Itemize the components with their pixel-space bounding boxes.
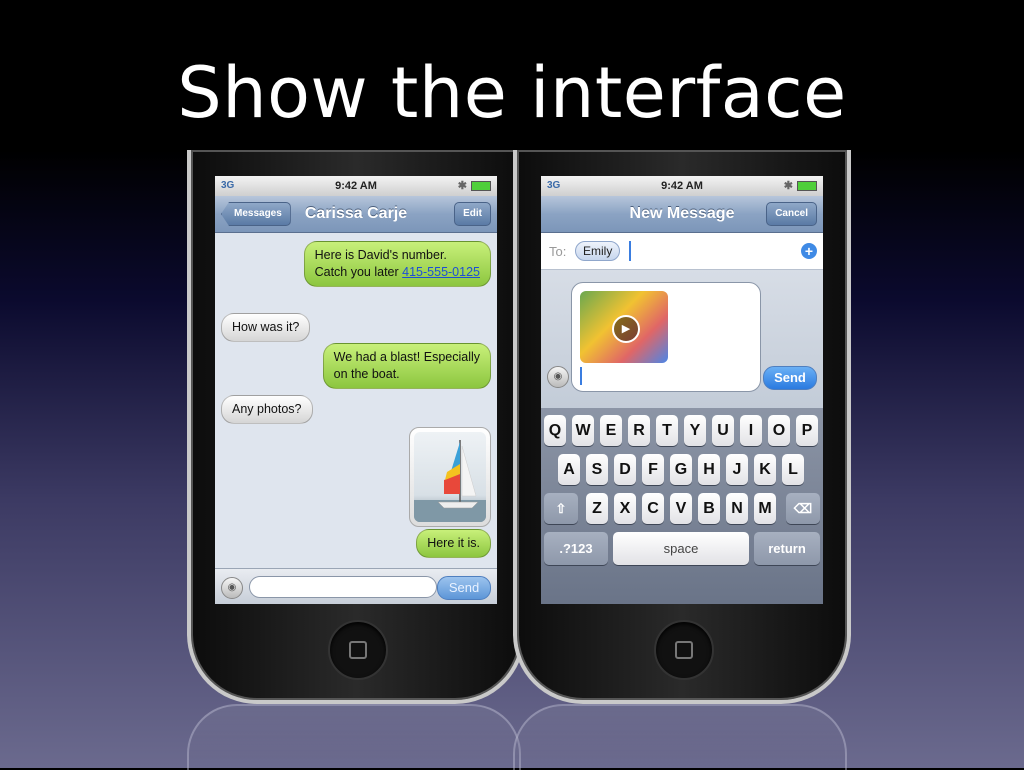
key-h[interactable]: H <box>698 454 720 485</box>
key-l[interactable]: L <box>782 454 804 485</box>
messages-conversation-screen: 3G 9:42 AM ✱ Messages Carissa Carje Edit… <box>215 176 497 604</box>
key-p[interactable]: P <box>796 415 818 446</box>
left-iphone: 3G 9:42 AM ✱ Messages Carissa Carje Edit… <box>187 150 525 704</box>
bluetooth-icon: ✱ <box>783 180 793 192</box>
key-z[interactable]: Z <box>586 493 608 524</box>
key-y[interactable]: Y <box>684 415 706 446</box>
key-s[interactable]: S <box>586 454 608 485</box>
key-d[interactable]: D <box>614 454 636 485</box>
add-contact-icon[interactable]: + <box>801 243 817 259</box>
status-time: 9:42 AM <box>335 180 377 192</box>
bluetooth-icon: ✱ <box>457 180 467 192</box>
sent-message-bubble: Here is David's number. Catch you later … <box>303 241 491 287</box>
new-message-screen: 3G 9:42 AM ✱ New Message Cancel To: Emil… <box>541 176 823 604</box>
message-thread: Here is David's number. Catch you later … <box>215 233 497 569</box>
key-r[interactable]: R <box>628 415 650 446</box>
sent-message-bubble: Here it is. <box>416 529 491 558</box>
key-t[interactable]: T <box>656 415 678 446</box>
key-k[interactable]: K <box>754 454 776 485</box>
return-key[interactable]: return <box>754 532 820 565</box>
keyboard: Q W E R T Y U I O P A S D F G H J K L ⇧ … <box>541 408 823 604</box>
sailboat-icon <box>414 440 486 522</box>
text-cursor <box>629 241 631 261</box>
status-bar: 3G 9:42 AM ✱ <box>215 176 497 196</box>
message-composer: ◉ Send <box>215 568 497 604</box>
to-label: To: <box>549 244 567 259</box>
key-m[interactable]: M <box>754 493 776 524</box>
key-o[interactable]: O <box>768 415 790 446</box>
send-button[interactable]: Send <box>763 366 817 390</box>
message-input[interactable] <box>249 576 437 598</box>
status-time: 9:42 AM <box>661 180 703 192</box>
key-j[interactable]: J <box>726 454 748 485</box>
key-i[interactable]: I <box>740 415 762 446</box>
key-n[interactable]: N <box>726 493 748 524</box>
key-b[interactable]: B <box>698 493 720 524</box>
right-phone-reflection <box>513 704 847 770</box>
to-field[interactable]: To: Emily + <box>541 233 823 270</box>
key-f[interactable]: F <box>642 454 664 485</box>
numbers-key[interactable]: .?123 <box>544 532 608 565</box>
nav-bar: New Message Cancel <box>541 196 823 233</box>
cancel-button[interactable]: Cancel <box>766 202 817 226</box>
message-text: Catch you later <box>314 265 403 279</box>
video-attachment-thumbnail[interactable]: ▶ <box>580 291 668 363</box>
key-v[interactable]: V <box>670 493 692 524</box>
photo-message-bubble[interactable] <box>409 427 491 527</box>
key-c[interactable]: C <box>642 493 664 524</box>
shift-key[interactable]: ⇧ <box>544 493 578 524</box>
received-message-bubble: Any photos? <box>221 395 313 424</box>
nav-bar: Messages Carissa Carje Edit <box>215 196 497 233</box>
key-g[interactable]: G <box>670 454 692 485</box>
space-key[interactable]: space <box>613 532 749 565</box>
key-w[interactable]: W <box>572 415 594 446</box>
right-iphone: 3G 9:42 AM ✱ New Message Cancel To: Emil… <box>513 150 851 704</box>
camera-icon[interactable]: ◉ <box>221 577 243 599</box>
slide-title: Show the interface <box>177 52 847 134</box>
edit-button[interactable]: Edit <box>454 202 491 226</box>
battery-icon <box>797 181 817 191</box>
sent-message-bubble: We had a blast! Especially on the boat. <box>322 343 491 389</box>
key-a[interactable]: A <box>558 454 580 485</box>
text-cursor <box>580 367 582 385</box>
message-text: Here it is. <box>427 536 480 550</box>
phone-number-link[interactable]: 415-555-0125 <box>402 265 480 279</box>
key-q[interactable]: Q <box>544 415 566 446</box>
message-text: Any photos? <box>232 402 302 416</box>
message-text: on the boat. <box>333 367 400 381</box>
recipient-chip[interactable]: Emily <box>575 241 621 261</box>
send-button[interactable]: Send <box>437 576 491 600</box>
key-u[interactable]: U <box>712 415 734 446</box>
left-phone-reflection <box>187 704 521 770</box>
camera-icon[interactable]: ◉ <box>547 366 569 388</box>
sailboat-photo <box>414 432 486 522</box>
battery-icon <box>471 181 491 191</box>
home-button[interactable] <box>654 620 714 680</box>
message-text: How was it? <box>232 320 300 334</box>
key-x[interactable]: X <box>614 493 636 524</box>
received-message-bubble: How was it? <box>221 313 311 342</box>
compose-area: ◉ ▶ Send <box>541 270 823 408</box>
delete-key-icon[interactable]: ⌫ <box>786 493 820 524</box>
message-text: Here is David's number. <box>314 248 447 262</box>
message-input[interactable]: ▶ <box>571 282 761 392</box>
message-text: We had a blast! Especially <box>333 350 480 364</box>
play-icon[interactable]: ▶ <box>612 315 640 343</box>
status-bar: 3G 9:42 AM ✱ <box>541 176 823 196</box>
home-button[interactable] <box>328 620 388 680</box>
key-e[interactable]: E <box>600 415 622 446</box>
